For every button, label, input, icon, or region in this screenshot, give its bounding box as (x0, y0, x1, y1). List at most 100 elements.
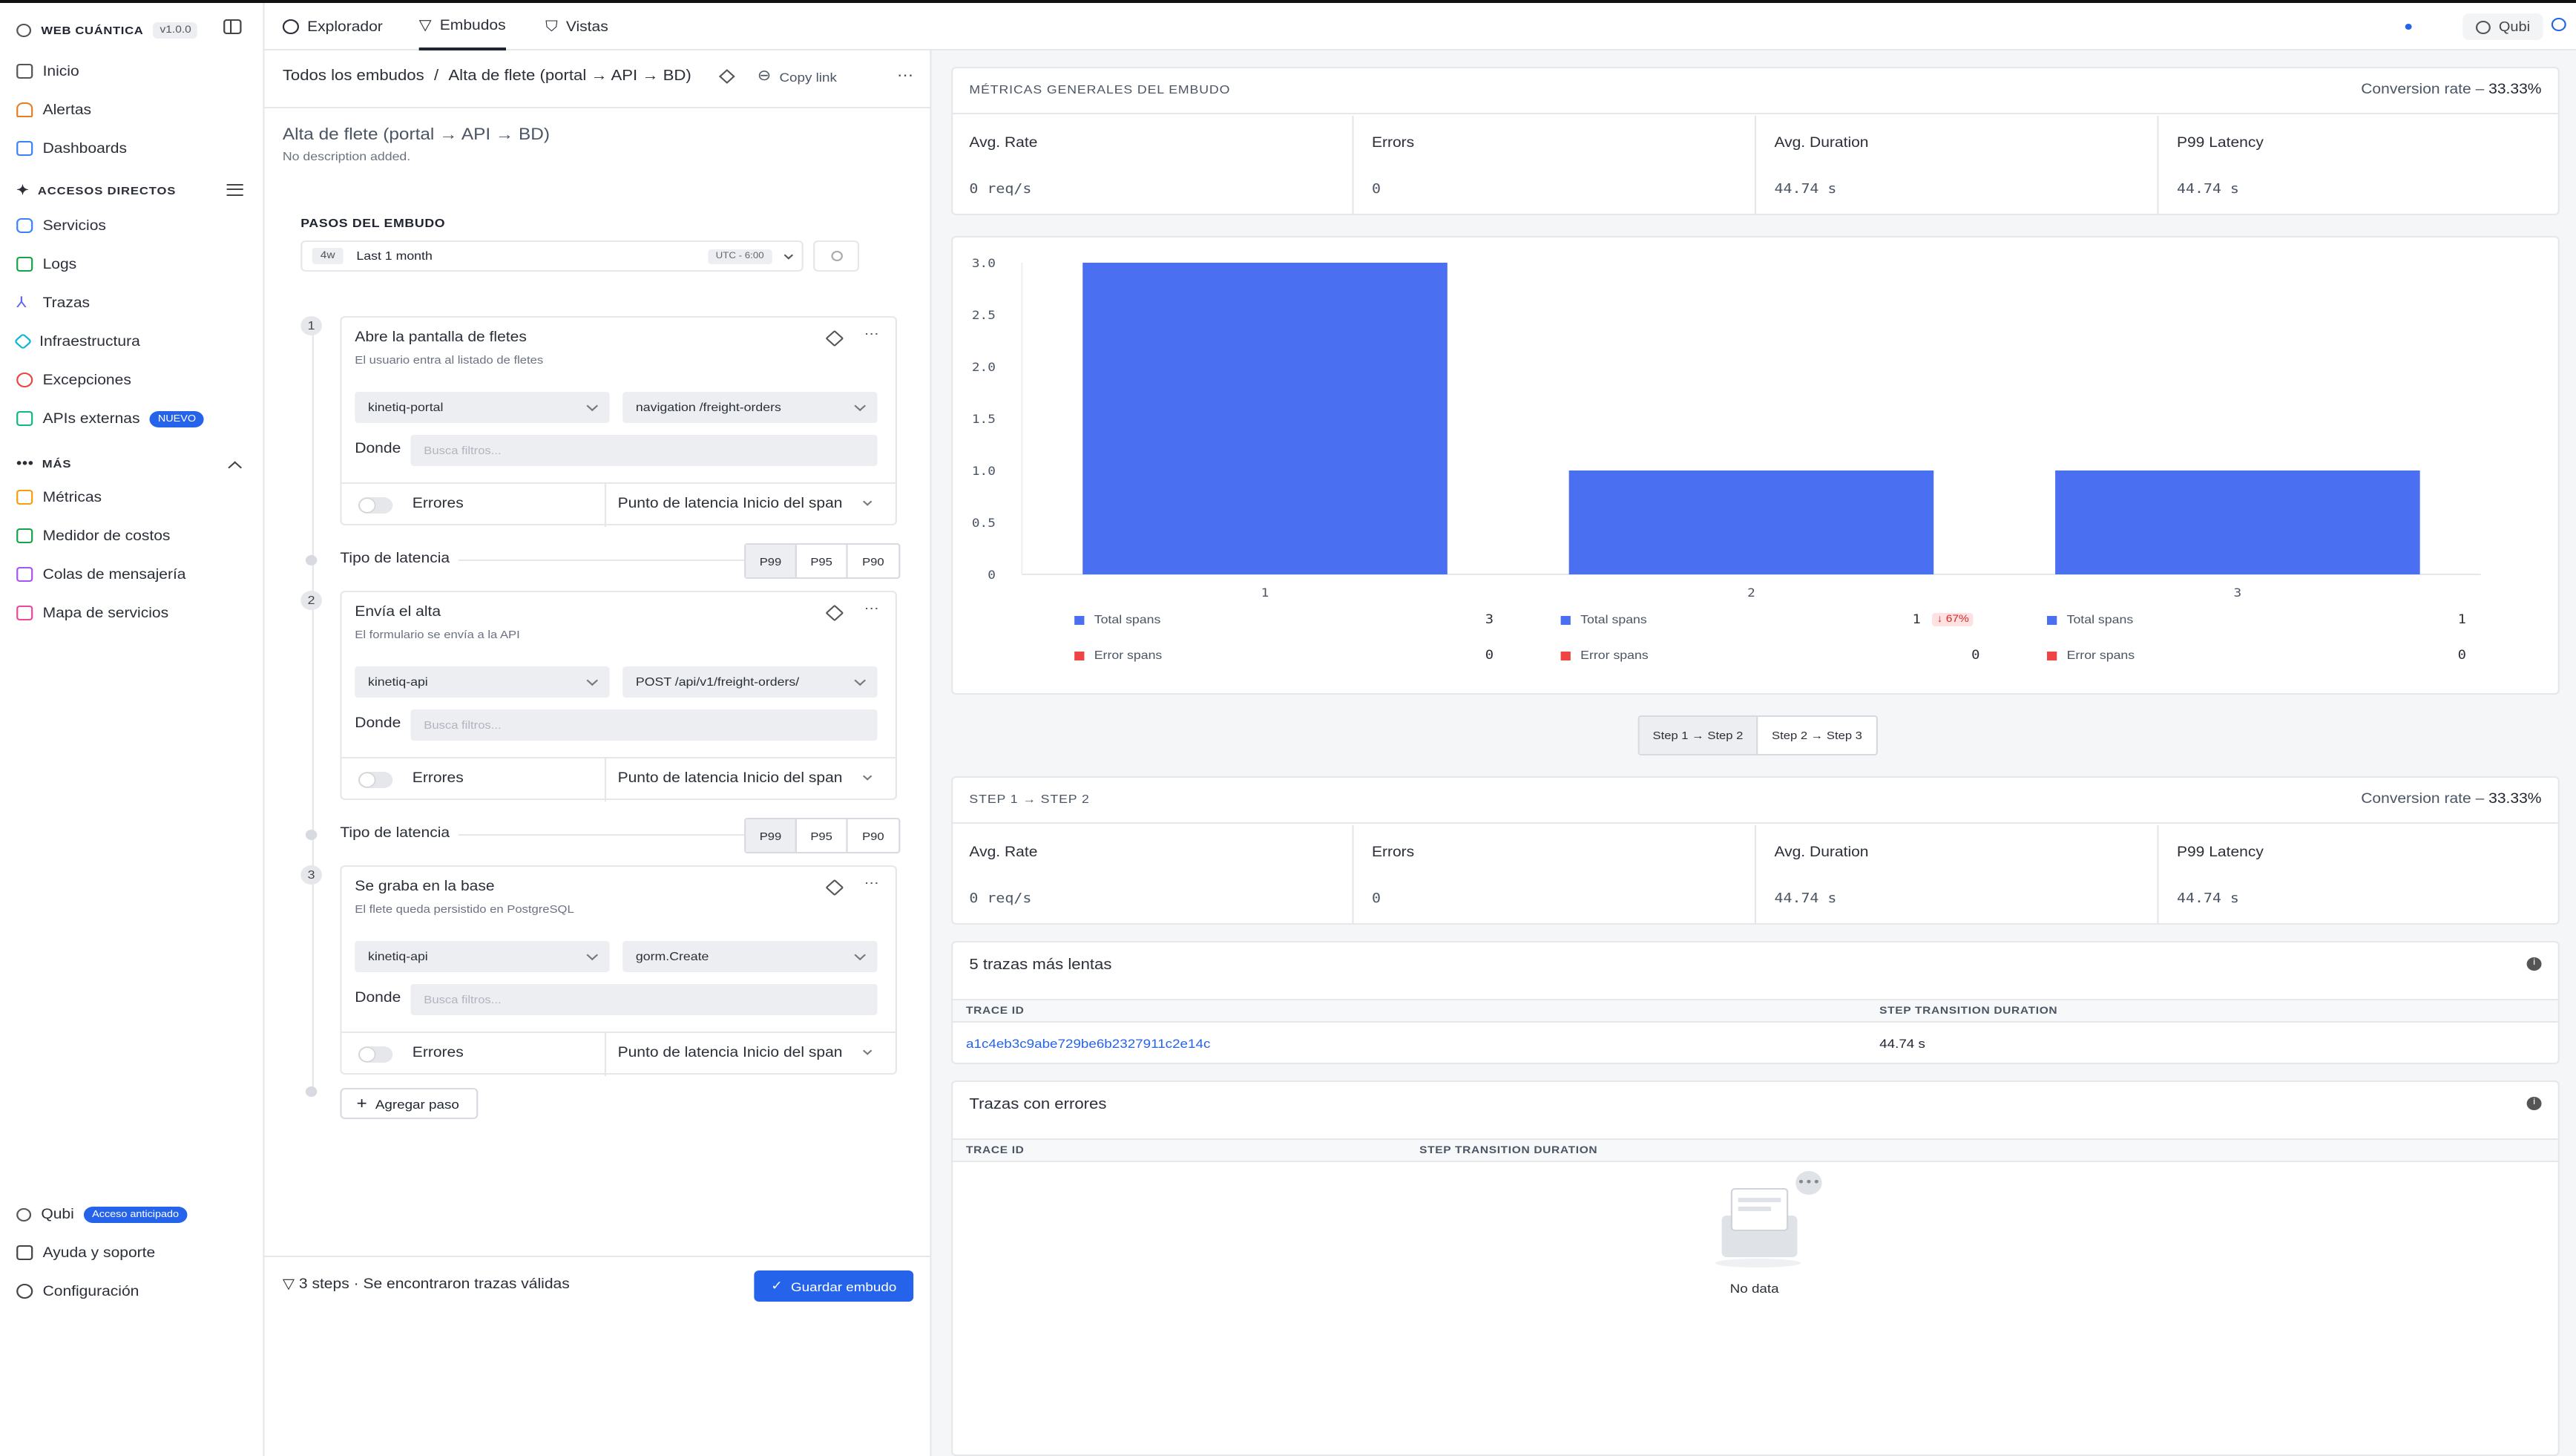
tab-explorador[interactable]: Explorador (282, 3, 383, 50)
latency-point-select[interactable]: Punto de latencia Inicio del span (618, 770, 843, 787)
tab-label: Explorador (307, 19, 383, 35)
percentile-p99[interactable]: P99 (746, 545, 797, 577)
latency-point-select[interactable]: Punto de latencia Inicio del span (618, 496, 843, 512)
sidebar-item-inicio[interactable]: Inicio (16, 59, 79, 83)
more-options-icon[interactable]: ⋯ (864, 601, 879, 617)
percentile-p90[interactable]: P90 (848, 545, 899, 577)
span-select[interactable]: navigation /freight-orders (622, 392, 878, 423)
add-step-button[interactable]: + Agregar paso (340, 1088, 479, 1119)
qubi-icon (16, 1207, 32, 1221)
sidebar-item-qubi[interactable]: Qubi Acceso anticipado (16, 1202, 188, 1226)
span-select[interactable]: POST /api/v1/freight-orders/ (622, 666, 878, 698)
more-options-icon[interactable]: ⋯ (864, 327, 879, 343)
service-select[interactable]: kinetiq-api (355, 666, 610, 698)
percentile-p90[interactable]: P90 (848, 819, 899, 852)
error-traces-card: Trazas con errores i TRACE ID STEP TRANS… (951, 1080, 2560, 1456)
percentile-p99[interactable]: P99 (746, 819, 797, 852)
sidebar-item-medidor-costos[interactable]: Medidor de costos (16, 524, 170, 548)
legend-item: Error spans (2047, 649, 2135, 662)
step-1-2-button[interactable]: Step 1 → Step 2 (1639, 717, 1758, 754)
sidebar-item-metricas[interactable]: Métricas (16, 485, 102, 509)
more-section-title[interactable]: ••• MÁS (16, 453, 71, 473)
breadcrumb-root[interactable]: Todos los embudos (283, 68, 424, 85)
tab-embudos[interactable]: ▽ Embudos (418, 3, 506, 50)
card-title: STEP 1 → STEP 2 (969, 793, 1090, 806)
percentile-p95[interactable]: P95 (797, 545, 848, 577)
service-map-icon (16, 606, 33, 620)
legend-value: 1 (2457, 613, 2466, 628)
sidebar-item-infraestructura[interactable]: Infraestructura (13, 329, 140, 353)
errors-label: Errores (412, 770, 464, 787)
metric-label: Avg. Duration (1774, 135, 1869, 151)
sidebar-item-trazas[interactable]: ⅄ Trazas (16, 291, 90, 315)
legend-swatch (2047, 615, 2057, 624)
copy-link-button[interactable]: ⊖ Copy link (758, 68, 837, 85)
globe-icon[interactable] (2551, 18, 2566, 31)
tab-vistas[interactable]: ⛉ Vistas (545, 3, 608, 50)
metric-label: Errors (1371, 135, 1415, 151)
errors-toggle[interactable] (358, 772, 393, 788)
edit-icon[interactable] (718, 69, 735, 84)
sidebar-item-servicios[interactable]: Servicios (16, 214, 106, 237)
metric-avg-duration: Avg. Duration 44.74 s (1758, 116, 2159, 214)
y-tick-label: 2.5 (972, 308, 996, 322)
logo-icon (16, 23, 32, 36)
sidebar-item-label: Métricas (42, 489, 102, 505)
metric-value: 0 req/s (969, 183, 1032, 197)
errors-toggle[interactable] (358, 497, 393, 514)
legend-item: Total spans (1560, 613, 1647, 626)
save-funnel-button[interactable]: ✓ Guardar embudo (754, 1270, 914, 1302)
sidebar-item-alertas[interactable]: Alertas (16, 98, 91, 122)
bar-total-spans (1082, 263, 1448, 574)
card-header: STEP 1 → STEP 2 Conversion rate – 33.33% (953, 778, 2558, 824)
edit-icon[interactable] (825, 329, 844, 347)
sidebar-item-excepciones[interactable]: Excepciones (16, 368, 131, 392)
filter-input[interactable]: Busca filtros... (410, 435, 878, 466)
tab-label: Embudos (439, 17, 506, 33)
more-options-icon[interactable]: ⋯ (897, 68, 915, 85)
qubi-button[interactable]: Qubi (2462, 13, 2543, 40)
svg-text:•••: ••• (1797, 1175, 1820, 1189)
errors-label: Errores (412, 1045, 464, 1061)
percentile-p95[interactable]: P95 (797, 819, 848, 852)
edit-icon[interactable] (825, 879, 844, 896)
conversion-rate: Conversion rate – 33.33% (2361, 82, 2541, 98)
card-title: MÉTRICAS GENERALES DEL EMBUDO (969, 83, 1231, 96)
brand[interactable]: WEB CUÁNTICA v1.0.0 (16, 18, 198, 42)
trace-id-link[interactable]: a1c4eb3c9abe729be6b2327911c2e14c (966, 1036, 1210, 1051)
step-2-3-button[interactable]: Step 2 → Step 3 (1758, 717, 1876, 754)
edit-icon[interactable] (825, 604, 844, 622)
legend-label: Error spans (1580, 649, 1649, 662)
sidebar-item-ayuda[interactable]: Ayuda y soporte (16, 1241, 155, 1265)
time-range-selector[interactable]: 4w Last 1 month UTC - 6:00 (300, 240, 804, 272)
metrics-icon (16, 490, 33, 505)
chevron-down-icon (862, 772, 873, 781)
service-select[interactable]: kinetiq-portal (355, 392, 610, 423)
sidebar-item-label: Alertas (42, 102, 92, 118)
span-select[interactable]: gorm.Create (622, 941, 878, 972)
bar-total-spans (2055, 470, 2420, 574)
legend-swatch (1560, 615, 1571, 624)
sidebar-item-logs[interactable]: Logs (16, 252, 76, 276)
sidebar-item-mapa-servicios[interactable]: Mapa de servicios (16, 601, 168, 625)
info-icon[interactable]: i (2526, 957, 2542, 971)
service-select[interactable]: kinetiq-api (355, 941, 610, 972)
sidebar-item-configuracion[interactable]: Configuración (16, 1279, 139, 1303)
info-icon[interactable]: i (2526, 1097, 2542, 1110)
legend-label: Total spans (2066, 613, 2134, 626)
sidebar-item-dashboards[interactable]: Dashboards (16, 137, 127, 160)
filter-input[interactable]: Busca filtros... (410, 709, 878, 741)
latency-point-select[interactable]: Punto de latencia Inicio del span (618, 1045, 843, 1061)
section-label: ACCESOS DIRECTOS (37, 183, 177, 197)
more-options-icon[interactable]: ⋯ (864, 876, 879, 892)
step-number: 1 (300, 316, 323, 335)
metric-value: 0 (1371, 892, 1381, 907)
list-icon[interactable] (226, 184, 243, 196)
collapse-sidebar-icon[interactable] (223, 19, 242, 34)
sidebar-item-apis-externas[interactable]: APIs externas NUEVO (16, 407, 205, 430)
sidebar-item-colas[interactable]: Colas de mensajería (16, 563, 186, 586)
filter-input[interactable]: Busca filtros... (410, 984, 878, 1015)
search-button[interactable] (813, 240, 860, 272)
errors-toggle[interactable] (358, 1046, 393, 1063)
chevron-up-icon[interactable] (228, 461, 243, 474)
